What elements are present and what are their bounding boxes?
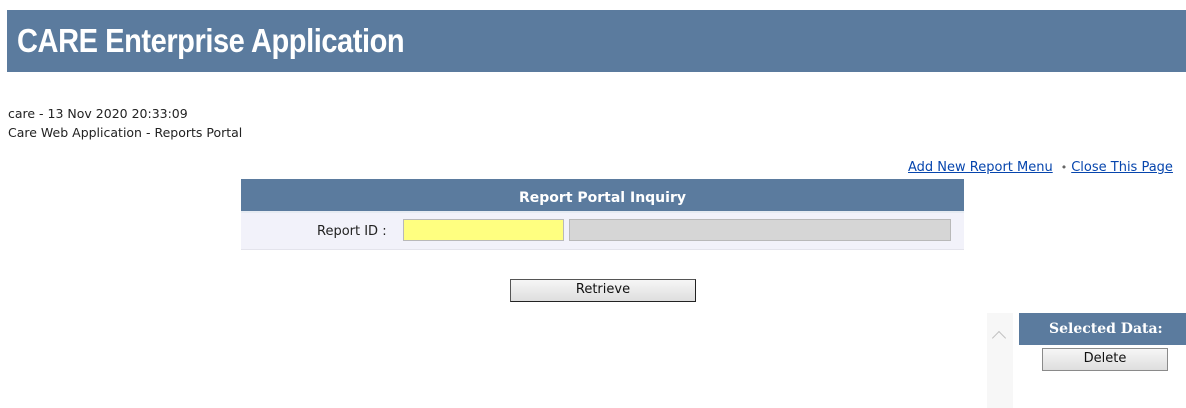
- session-info: care - 13 Nov 2020 20:33:09: [8, 106, 188, 121]
- link-separator: •: [1060, 161, 1068, 174]
- top-links: Add New Report Menu • Close This Page: [908, 159, 1173, 176]
- page: CARE Enterprise Application care - 13 No…: [0, 0, 1186, 408]
- report-id-input[interactable]: [403, 219, 564, 241]
- report-id-label: Report ID :: [317, 224, 387, 239]
- delete-button[interactable]: Delete: [1042, 348, 1168, 371]
- app-header: CARE Enterprise Application: [7, 10, 1186, 72]
- report-description-field: [569, 219, 951, 241]
- app-title: CARE Enterprise Application: [17, 22, 405, 59]
- selected-data-heading: Selected Data:: [1019, 313, 1186, 345]
- report-id-row: Report ID :: [241, 213, 964, 250]
- chevron-up-icon[interactable]: [991, 330, 1007, 346]
- portal-title: Care Web Application - Reports Portal: [8, 125, 243, 140]
- report-inquiry-panel: Report Portal Inquiry Report ID :: [241, 179, 964, 251]
- add-new-report-menu-link[interactable]: Add New Report Menu: [908, 160, 1053, 175]
- retrieve-button[interactable]: Retrieve: [510, 279, 696, 302]
- side-scroll-pane: [987, 313, 1013, 408]
- close-this-page-link[interactable]: Close This Page: [1071, 160, 1173, 175]
- inquiry-heading: Report Portal Inquiry: [241, 179, 964, 213]
- selected-data-panel: Selected Data: Delete: [1019, 313, 1186, 408]
